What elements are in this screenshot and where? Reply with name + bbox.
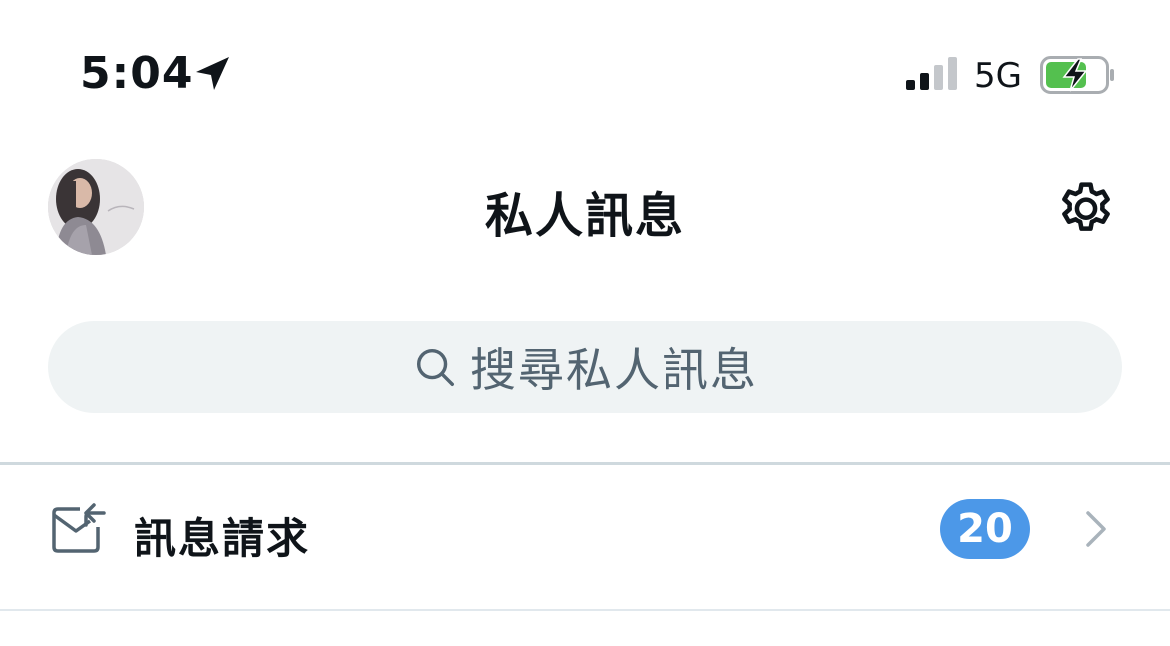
message-requests-row[interactable]: 訊息請求 20 — [0, 465, 1170, 609]
mail-return-icon — [52, 503, 106, 553]
requests-count-badge: 20 — [940, 499, 1030, 559]
search-placeholder: 搜尋私人訊息 — [470, 343, 758, 397]
search-icon — [416, 348, 454, 386]
gear-icon — [1062, 182, 1110, 231]
battery-charging-icon — [1040, 56, 1114, 94]
dm-screen: 5:04 5G 私人訊息 搜尋私人訊息 訊息請求 20 — [0, 0, 1170, 646]
cellular-signal-icon — [906, 57, 957, 90]
page-title: 私人訊息 — [484, 188, 685, 244]
settings-button[interactable] — [1050, 174, 1122, 246]
status-bar: 5:04 5G — [0, 0, 1170, 150]
network-type: 5G — [974, 56, 1022, 96]
chevron-right-icon — [1086, 511, 1106, 547]
location-arrow-icon — [196, 57, 229, 90]
row-divider — [0, 609, 1170, 611]
message-requests-label: 訊息請求 — [134, 514, 311, 563]
status-time: 5:04 — [80, 48, 194, 99]
search-input[interactable]: 搜尋私人訊息 — [48, 321, 1122, 413]
